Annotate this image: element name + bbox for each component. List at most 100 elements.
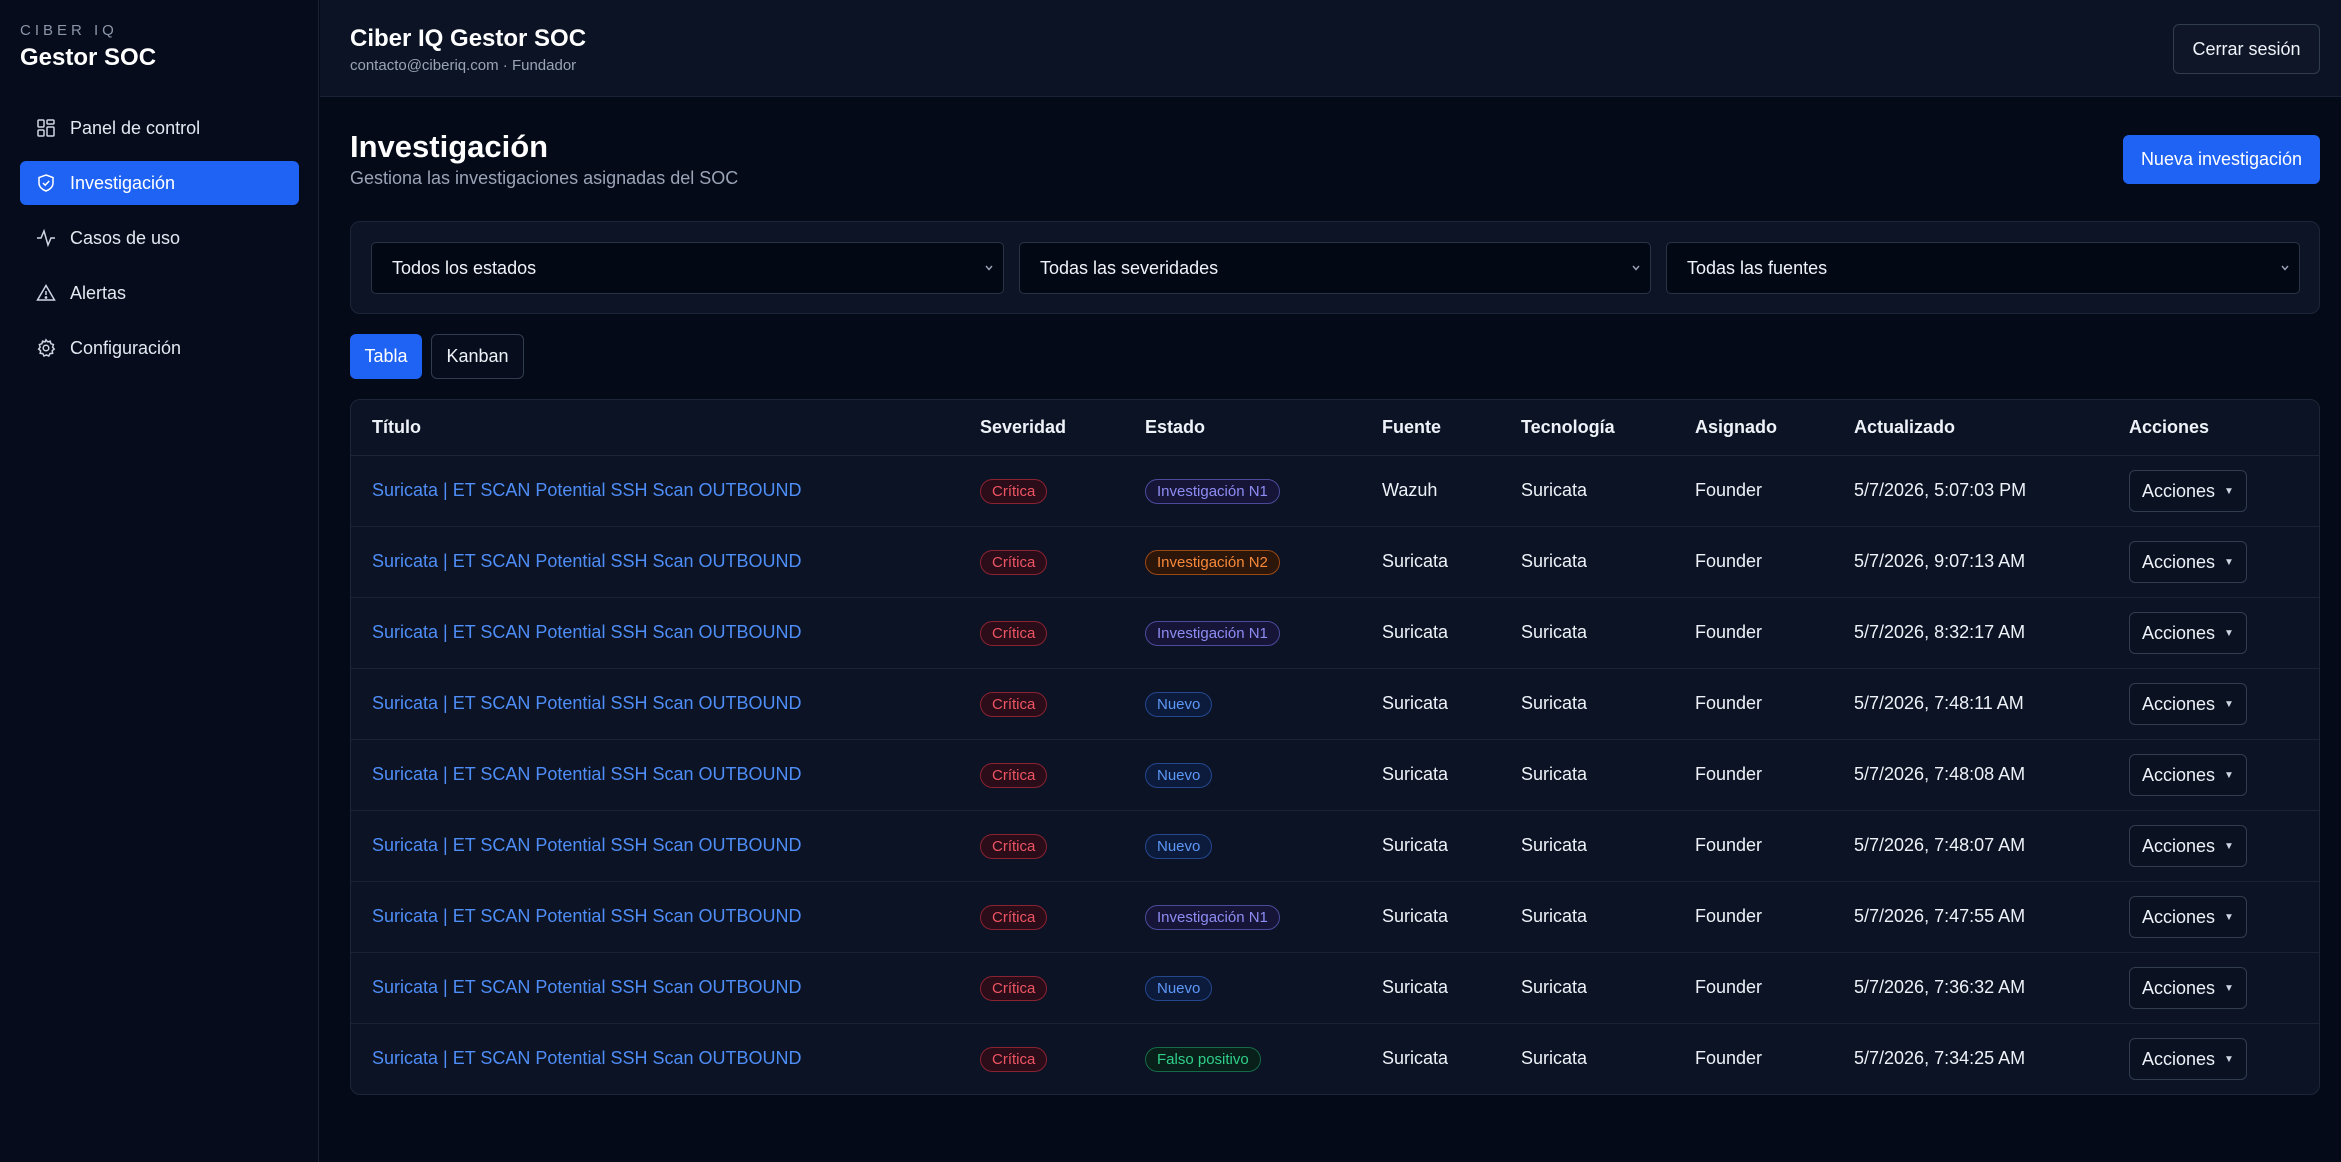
table-row: Suricata | ET SCAN Potential SSH Scan OU… [351, 953, 2319, 1024]
severity-badge: Crítica [980, 1047, 1048, 1072]
sidebar: CIBER IQ Gestor SOC Panel de control Inv… [0, 0, 319, 1162]
assigned-cell: Founder [1695, 977, 1763, 997]
investigation-title-link[interactable]: Suricata | ET SCAN Potential SSH Scan OU… [372, 1048, 802, 1069]
logout-button[interactable]: Cerrar sesión [2173, 24, 2320, 74]
column-header-severity[interactable]: Severidad [980, 417, 1066, 438]
sidebar-item-label: Casos de uso [70, 227, 181, 248]
severity-badge: Crítica [980, 763, 1048, 788]
severity-badge: Crítica [980, 834, 1048, 859]
table-row: Suricata | ET SCAN Potential SSH Scan OU… [351, 1024, 2319, 1094]
table-row: Suricata | ET SCAN Potential SSH Scan OU… [351, 740, 2319, 811]
updated-cell: 5/7/2026, 7:36:32 AM [1854, 977, 2026, 997]
actions-dropdown-button[interactable]: Acciones ▼ [2129, 1038, 2247, 1080]
investigation-title-link[interactable]: Suricata | ET SCAN Potential SSH Scan OU… [372, 835, 802, 856]
updated-cell: 5/7/2026, 7:48:08 AM [1854, 764, 2026, 784]
sidebar-item-label: Investigación [70, 172, 176, 193]
source-filter-select[interactable]: Todas las fuentes [1666, 242, 2300, 294]
actions-dropdown-button[interactable]: Acciones ▼ [2129, 754, 2247, 796]
page-title: Investigación [350, 129, 549, 164]
technology-cell: Suricata [1521, 622, 1588, 642]
gear-icon [36, 338, 56, 358]
actions-label: Acciones [2142, 977, 2216, 998]
status-badge: Investigación N1 [1145, 479, 1280, 504]
brand-title: Gestor SOC [20, 44, 157, 71]
top-header: Ciber IQ Gestor SOC contacto@ciberiq.com… [320, 0, 2341, 97]
severity-badge: Crítica [980, 692, 1048, 717]
caret-down-icon: ▼ [2224, 627, 2234, 639]
status-badge: Investigación N2 [1145, 550, 1280, 575]
caret-down-icon: ▼ [2224, 485, 2234, 497]
updated-cell: 5/7/2026, 7:34:25 AM [1854, 1048, 2026, 1068]
table-row: Suricata | ET SCAN Potential SSH Scan OU… [351, 598, 2319, 669]
caret-down-icon: ▼ [2224, 698, 2234, 710]
table-row: Suricata | ET SCAN Potential SSH Scan OU… [351, 527, 2319, 598]
status-badge: Nuevo [1145, 692, 1213, 717]
updated-cell: 5/7/2026, 7:48:11 AM [1854, 693, 2024, 713]
sidebar-item-investigacion[interactable]: Investigación [20, 161, 299, 205]
sidebar-item-label: Panel de control [70, 117, 201, 138]
column-header-technology[interactable]: Tecnología [1521, 417, 1615, 438]
actions-label: Acciones [2142, 622, 2216, 643]
actions-dropdown-button[interactable]: Acciones ▼ [2129, 896, 2247, 938]
source-cell: Suricata [1382, 906, 1449, 926]
caret-down-icon: ▼ [2224, 1053, 2234, 1065]
updated-cell: 5/7/2026, 7:47:55 AM [1854, 906, 2026, 926]
severity-badge: Crítica [980, 479, 1048, 504]
brand-small: CIBER IQ [20, 22, 118, 39]
severity-filter-value: Todas las severidades [1040, 257, 1219, 278]
investigation-title-link[interactable]: Suricata | ET SCAN Potential SSH Scan OU… [372, 977, 802, 998]
technology-cell: Suricata [1521, 551, 1588, 571]
actions-dropdown-button[interactable]: Acciones ▼ [2129, 541, 2247, 583]
sidebar-item-configuracion[interactable]: Configuración [20, 326, 299, 370]
status-filter-value: Todos los estados [392, 257, 537, 278]
app-title: Ciber IQ Gestor SOC [350, 25, 587, 52]
tab-kanban[interactable]: Kanban [431, 334, 524, 379]
investigation-title-link[interactable]: Suricata | ET SCAN Potential SSH Scan OU… [372, 480, 802, 501]
column-header-assigned[interactable]: Asignado [1695, 417, 1777, 438]
investigation-title-link[interactable]: Suricata | ET SCAN Potential SSH Scan OU… [372, 906, 802, 927]
assigned-cell: Founder [1695, 693, 1763, 713]
chevron-down-icon [2279, 260, 2291, 276]
actions-label: Acciones [2142, 1048, 2216, 1069]
technology-cell: Suricata [1521, 906, 1588, 926]
tab-table[interactable]: Tabla [350, 334, 422, 379]
severity-badge: Crítica [980, 621, 1048, 646]
status-badge: Nuevo [1145, 976, 1213, 1001]
actions-label: Acciones [2142, 835, 2216, 856]
severity-badge: Crítica [980, 905, 1048, 930]
actions-dropdown-button[interactable]: Acciones ▼ [2129, 967, 2247, 1009]
severity-filter-select[interactable]: Todas las severidades [1019, 242, 1651, 294]
column-header-source[interactable]: Fuente [1382, 417, 1441, 438]
source-cell: Suricata [1382, 693, 1449, 713]
investigations-table: Título Severidad Estado Fuente Tecnologí… [350, 399, 2320, 1095]
table-row: Suricata | ET SCAN Potential SSH Scan OU… [351, 882, 2319, 953]
column-header-actions: Acciones [2129, 417, 2210, 437]
sidebar-item-alertas[interactable]: Alertas [20, 271, 299, 315]
sidebar-item-panel-de-control[interactable]: Panel de control [20, 106, 299, 150]
source-cell: Suricata [1382, 1048, 1449, 1068]
severity-badge: Crítica [980, 550, 1048, 575]
column-header-title[interactable]: Título [372, 417, 421, 438]
table-row: Suricata | ET SCAN Potential SSH Scan OU… [351, 811, 2319, 882]
caret-down-icon: ▼ [2224, 840, 2234, 852]
actions-dropdown-button[interactable]: Acciones ▼ [2129, 825, 2247, 867]
dashboard-icon [36, 118, 56, 138]
actions-dropdown-button[interactable]: Acciones ▼ [2129, 470, 2247, 512]
sidebar-item-casos-de-uso[interactable]: Casos de uso [20, 216, 299, 260]
technology-cell: Suricata [1521, 977, 1588, 997]
caret-down-icon: ▼ [2224, 911, 2234, 923]
actions-dropdown-button[interactable]: Acciones ▼ [2129, 612, 2247, 654]
new-investigation-button[interactable]: Nueva investigación [2123, 135, 2320, 184]
assigned-cell: Founder [1695, 906, 1763, 926]
investigation-title-link[interactable]: Suricata | ET SCAN Potential SSH Scan OU… [372, 622, 802, 643]
investigation-title-link[interactable]: Suricata | ET SCAN Potential SSH Scan OU… [372, 693, 802, 714]
actions-dropdown-button[interactable]: Acciones ▼ [2129, 683, 2247, 725]
status-filter-select[interactable]: Todos los estados [371, 242, 1004, 294]
caret-down-icon: ▼ [2224, 769, 2234, 781]
sidebar-item-label: Configuración [70, 337, 182, 358]
investigation-title-link[interactable]: Suricata | ET SCAN Potential SSH Scan OU… [372, 551, 802, 572]
technology-cell: Suricata [1521, 764, 1588, 784]
investigation-title-link[interactable]: Suricata | ET SCAN Potential SSH Scan OU… [372, 764, 802, 785]
column-header-updated[interactable]: Actualizado [1854, 417, 1955, 438]
column-header-status[interactable]: Estado [1145, 417, 1205, 438]
